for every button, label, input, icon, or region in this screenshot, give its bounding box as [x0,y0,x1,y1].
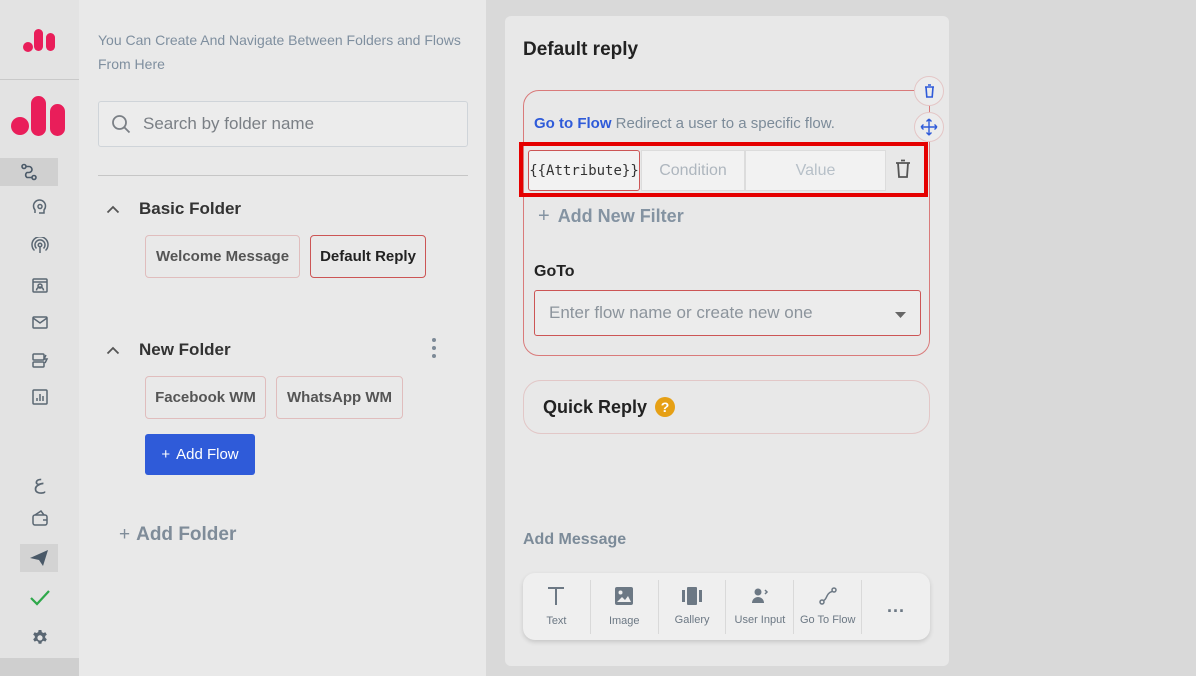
goto-flow-placeholder: Enter flow name or create new one [549,303,813,322]
quick-reply-label: Quick Reply [543,396,648,417]
wallet-icon[interactable] [0,504,79,532]
panel-hint: You Can Create And Navigate Between Fold… [98,32,461,72]
add-folder-label: Add Folder [136,524,237,545]
more-icon: ... [887,596,906,616]
analytics-icon[interactable] [0,383,79,411]
text-icon [547,586,565,611]
folder-search[interactable] [98,101,468,147]
folder-basic[interactable]: Basic Folder [98,199,241,219]
go-to-flow-icon [818,587,837,610]
logo-icon[interactable] [0,0,79,80]
flow-facebook-wm[interactable]: Facebook WM [145,376,266,419]
goto-flow-card[interactable]: Go to Flow Redirect a user to a specific… [519,90,930,356]
more-tools-button[interactable]: ... [862,580,930,634]
delete-card-icon[interactable] [914,76,944,106]
folder-panel: You Can Create And Navigate Between Fold… [79,0,486,676]
caret-down-icon [895,303,906,323]
add-filter-label: Add New Filter [557,206,684,226]
left-rail: ع [0,0,79,676]
search-input[interactable] [143,114,443,134]
filter-row: {{Attribute}} Condition Value [519,142,928,197]
add-flow-label: Add Flow [176,446,239,463]
chevron-up-icon[interactable] [98,205,128,214]
tool-label: Go To Flow [800,614,856,626]
flow-whatsapp-wm[interactable]: WhatsApp WM [276,376,403,419]
attribute-field[interactable]: {{Attribute}} [528,150,640,191]
quick-reply-section[interactable]: Quick Reply ? [523,380,930,434]
tool-go-to-flow[interactable]: Go To Flow [794,579,863,634]
value-field[interactable]: Value [745,150,886,191]
goto-flow-select[interactable]: Enter flow name or create new one [534,290,921,336]
goto-label: GoTo [534,263,575,280]
arabic-language-icon[interactable]: ع [0,468,79,496]
plus-icon: + [161,446,171,463]
tool-label: Gallery [674,614,710,626]
tool-gallery[interactable]: Gallery [659,579,727,634]
check-icon[interactable] [0,584,79,612]
folder-name: New Folder [139,340,231,359]
search-icon [99,114,143,134]
user-input-icon [751,587,769,610]
condition-field[interactable]: Condition [641,150,745,191]
mail-icon[interactable] [0,308,79,336]
rail-bottom-bar [0,658,79,676]
chevron-up-icon[interactable] [98,346,128,355]
tool-label: Text [546,615,567,627]
panel-divider [98,175,468,176]
goto-flow-header: Go to Flow Redirect a user to a specific… [534,115,835,132]
add-flow-button[interactable]: + Add Flow [145,434,255,475]
flow-default-reply[interactable]: Default Reply [310,235,426,278]
image-icon [614,586,634,611]
gallery-icon [682,587,703,610]
contacts-icon[interactable] [0,271,79,299]
tool-user-input[interactable]: User Input [726,579,795,634]
tool-label: Image [608,615,640,627]
folder-options-icon[interactable] [431,338,437,358]
move-card-icon[interactable] [914,112,944,142]
flow-editor: Default reply Go to Flow Redirect a user… [505,16,949,666]
plus-icon: + [538,205,550,227]
plus-icon: + [119,524,131,545]
tool-label: User Input [734,614,786,626]
help-icon[interactable]: ? [655,397,676,417]
flow-welcome-message[interactable]: Welcome Message [145,235,300,278]
message-toolbar: Text Image Gallery User Input Go To Flow [523,573,930,640]
ai-brain-icon[interactable] [0,194,79,222]
tool-image[interactable]: Image [591,579,659,634]
add-filter-button[interactable]: + Add New Filter [538,205,684,228]
inbox-icon[interactable] [0,346,79,374]
settings-icon[interactable] [0,624,79,652]
add-folder-button[interactable]: + Add Folder [119,524,236,546]
brand-logo-icon[interactable] [0,82,79,148]
folder-name: Basic Folder [139,199,242,218]
broadcast-icon[interactable] [0,232,79,260]
goto-flow-description: Redirect a user to a specific flow. [615,115,835,132]
add-message-label: Add Message [523,531,627,548]
delete-filter-icon[interactable] [891,156,915,182]
goto-flow-link[interactable]: Go to Flow [534,115,611,132]
folder-new[interactable]: New Folder [98,340,231,360]
send-icon[interactable] [20,544,58,572]
flows-icon[interactable] [0,158,58,186]
page-title: Default reply [523,39,639,60]
tool-text[interactable]: Text [523,579,591,634]
